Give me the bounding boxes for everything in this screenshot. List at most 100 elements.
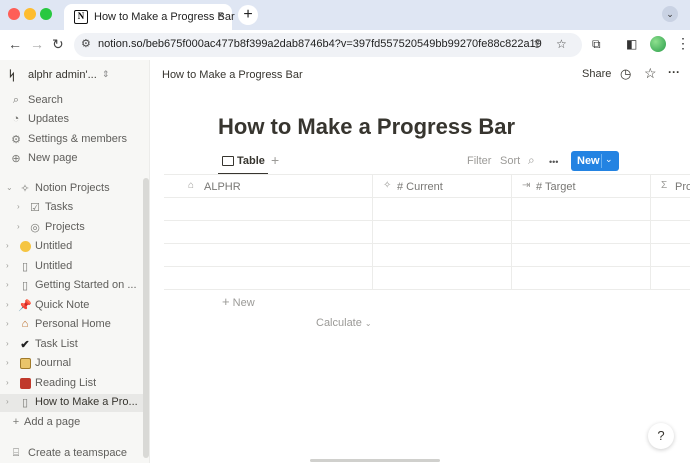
breadcrumb[interactable]: How to Make a Progress Bar xyxy=(162,69,303,81)
sidebar-page-projects[interactable]: › ◎ Projects xyxy=(0,219,148,237)
browser-tab[interactable]: N How to Make a Progress Bar × xyxy=(64,4,235,30)
horizontal-scrollbar[interactable] xyxy=(310,459,440,462)
table-cell[interactable] xyxy=(373,221,512,244)
chevron-down-icon[interactable]: ⌄ xyxy=(605,154,613,165)
sidebar-page-task-list[interactable]: › ✔ Task List xyxy=(0,336,148,354)
expand-chevron-icon[interactable]: › xyxy=(6,378,9,387)
browser-tab-title: How to Make a Progress Bar xyxy=(94,11,235,23)
browser-menu-icon[interactable]: ⋮ xyxy=(676,35,690,52)
updates-icon: ◔ xyxy=(12,113,20,125)
address-bar[interactable]: ⚙ notion.so/beb675f000ac477b8f399a2dab87… xyxy=(74,33,582,57)
sidebar-page-tasks[interactable]: › ☑ Tasks xyxy=(0,199,148,217)
sidebar-scrollbar[interactable] xyxy=(143,178,149,458)
column-header-current[interactable]: ✧ # Current xyxy=(373,175,512,199)
chevron-updown-icon: ⇕ xyxy=(102,69,110,79)
expand-chevron-icon[interactable]: › xyxy=(6,261,9,270)
sidebar-item-settings[interactable]: ⚙ Settings & members xyxy=(0,131,148,149)
expand-chevron-icon[interactable]: › xyxy=(17,202,20,211)
sidebar-page-label: Quick Note xyxy=(35,299,90,311)
bookmark-star-icon[interactable]: ☆ xyxy=(556,37,567,51)
table-cell[interactable] xyxy=(512,267,651,290)
expand-chevron-icon[interactable]: › xyxy=(6,280,9,289)
share-button[interactable]: Share xyxy=(582,68,611,80)
sidebar-create-teamspace[interactable]: ⌸ Create a teamspace xyxy=(0,445,148,463)
sidebar-page-quick-note[interactable]: › 📌 Quick Note xyxy=(0,297,148,315)
table-cell[interactable] xyxy=(373,198,512,221)
tab-search-chevron-icon[interactable]: ⌄ xyxy=(662,6,678,22)
table-cell[interactable] xyxy=(164,221,373,244)
sidebar-page-untitled-1[interactable]: › Untitled xyxy=(0,238,148,256)
share-page-icon[interactable]: ⇪ xyxy=(532,37,542,51)
sidebar-item-label: New page xyxy=(28,152,78,164)
table-cell[interactable] xyxy=(512,221,651,244)
sort-button[interactable]: Sort xyxy=(500,155,520,167)
table-row[interactable] xyxy=(164,198,690,221)
notebook-emoji-icon xyxy=(18,357,32,369)
back-arrow-icon[interactable]: ← xyxy=(8,36,22,52)
page-more-icon[interactable]: ··· xyxy=(668,65,680,79)
db-more-button[interactable]: ••• xyxy=(549,157,558,167)
page-icon: ▯ xyxy=(21,397,29,409)
expand-chevron-icon[interactable]: › xyxy=(6,358,9,367)
table-row[interactable] xyxy=(164,221,690,244)
expand-chevron-icon[interactable]: › xyxy=(17,222,20,231)
chevron-down-icon: ⌄ xyxy=(364,319,372,328)
sidebar-page-journal[interactable]: › Journal xyxy=(0,355,148,373)
column-header-target[interactable]: ⇥ # Target xyxy=(512,175,651,199)
expand-chevron-icon[interactable]: › xyxy=(6,241,9,250)
expand-chevron-icon[interactable]: › xyxy=(6,397,9,406)
favorite-star-icon[interactable]: ☆ xyxy=(644,65,657,82)
page-title[interactable]: How to Make a Progress Bar xyxy=(218,114,515,140)
plus-icon: + xyxy=(222,294,230,309)
table-icon xyxy=(222,156,234,166)
new-tab-button[interactable]: + xyxy=(238,5,258,25)
sidebar-page-personal-home[interactable]: › ⌂ Personal Home xyxy=(0,316,148,334)
column-header-alphr[interactable]: ⌂ ALPHR xyxy=(164,175,373,199)
table-cell[interactable] xyxy=(512,244,651,267)
table-cell[interactable] xyxy=(164,267,373,290)
add-row-button[interactable]: + New xyxy=(222,294,255,309)
new-record-button[interactable]: New ⌄ xyxy=(571,151,619,171)
table-cell[interactable] xyxy=(164,198,373,221)
reload-icon[interactable]: ↻ xyxy=(52,36,64,53)
table-row[interactable] xyxy=(164,267,690,290)
table-cell[interactable] xyxy=(512,198,651,221)
add-view-icon[interactable]: + xyxy=(271,152,279,168)
calculate-button[interactable]: Calculate ⌄ xyxy=(316,317,372,329)
close-window-button[interactable] xyxy=(8,8,20,20)
filter-button[interactable]: Filter xyxy=(467,155,491,167)
sidebar-page-untitled-2[interactable]: › ▯ Untitled xyxy=(0,258,148,276)
history-clock-icon[interactable]: ◷ xyxy=(620,66,631,82)
sidebar-page-getting-started[interactable]: › ▯ Getting Started on ... xyxy=(0,277,148,295)
expand-chevron-icon[interactable]: ⌄ xyxy=(6,183,13,192)
forward-arrow-icon[interactable]: → xyxy=(30,36,44,52)
table-cell[interactable] xyxy=(164,244,373,267)
profile-avatar[interactable] xyxy=(650,36,666,52)
expand-chevron-icon[interactable]: › xyxy=(6,319,9,328)
browser-tab-bar: N How to Make a Progress Bar × + ⌄ xyxy=(0,0,690,30)
tab-close-icon[interactable]: × xyxy=(217,8,224,22)
search-icon[interactable]: ⌕ xyxy=(528,153,535,168)
sidebar-page-reading-list[interactable]: › Reading List xyxy=(0,375,148,393)
extensions-icon[interactable]: ⧉ xyxy=(592,37,601,52)
maximize-window-button[interactable] xyxy=(40,8,52,20)
sidebar-panel-icon[interactable]: ◧ xyxy=(626,37,637,51)
help-button[interactable]: ? xyxy=(648,423,674,449)
site-info-icon[interactable]: ⚙ xyxy=(81,37,91,50)
minimize-window-button[interactable] xyxy=(24,8,36,20)
expand-chevron-icon[interactable]: › xyxy=(6,339,9,348)
table-cell[interactable] xyxy=(373,267,512,290)
sidebar-add-page[interactable]: + Add a page xyxy=(0,414,148,432)
table-row[interactable] xyxy=(164,244,690,267)
teamspace-icon: ⌸ xyxy=(12,447,20,459)
table-cell[interactable] xyxy=(373,244,512,267)
sidebar-page-progress-bar[interactable]: › ▯ How to Make a Pro... xyxy=(0,394,148,412)
column-header-progress[interactable]: Σ Pro xyxy=(651,175,690,199)
expand-chevron-icon[interactable]: › xyxy=(6,300,9,309)
column-label: ALPHR xyxy=(204,181,241,193)
url-text[interactable]: notion.so/beb675f000ac477b8f399a2dab8746… xyxy=(98,38,542,50)
sidebar-item-new-page[interactable]: ⊕ New page xyxy=(0,150,148,168)
sidebar-page-notion-projects[interactable]: ⌄ ✧ Notion Projects xyxy=(0,180,148,198)
sidebar-item-search[interactable]: ⌕ Search xyxy=(0,92,148,110)
sidebar-item-updates[interactable]: ◔ Updates xyxy=(0,111,148,129)
